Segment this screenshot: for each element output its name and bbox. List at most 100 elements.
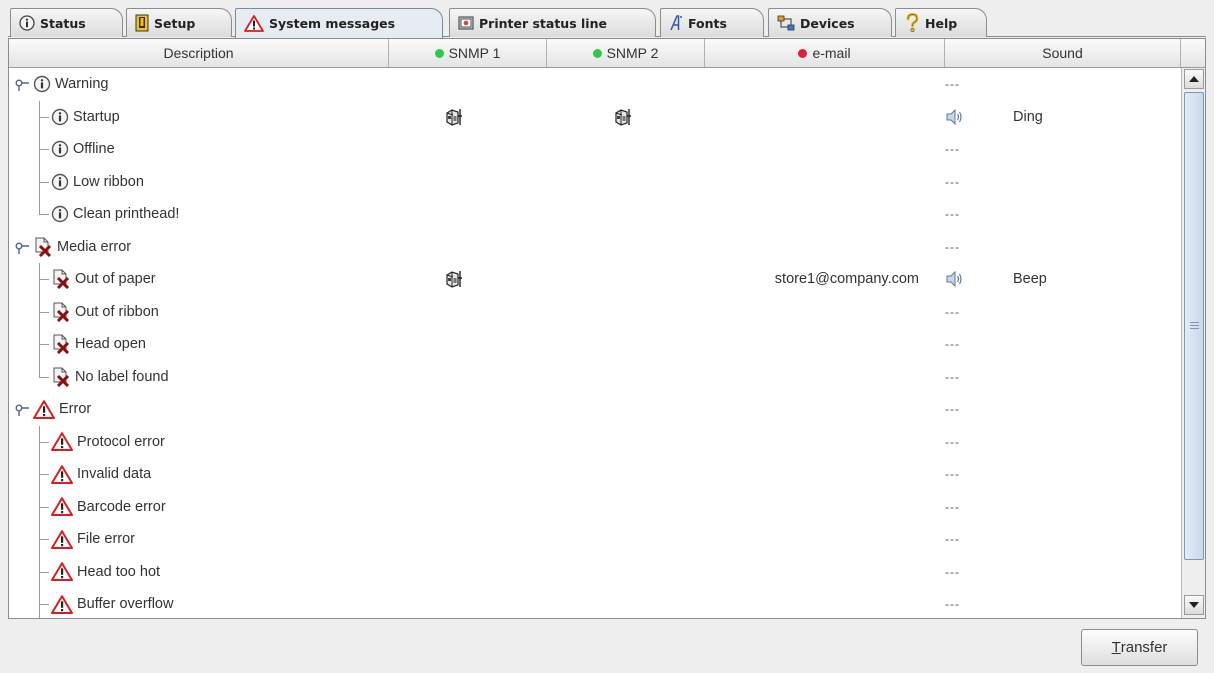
transfer-button[interactable]: Transfer — [1081, 629, 1198, 666]
column-header-snmp1[interactable]: SNMP 1 — [389, 39, 547, 67]
sound-none[interactable]: --- — [945, 198, 960, 230]
speaker-icon[interactable] — [946, 270, 964, 290]
tab-printer-status-line-label: Printer status line — [479, 15, 607, 31]
tree-expander-icon[interactable] — [15, 79, 29, 91]
table-row[interactable]: Head open --- — [9, 328, 1181, 361]
tree-expander-icon[interactable] — [15, 242, 29, 254]
table-row[interactable]: Buffer overflow --- — [9, 588, 1181, 618]
info-icon — [33, 75, 51, 93]
row-description: Offline — [51, 133, 115, 165]
media-error-icon — [51, 302, 71, 322]
snmp2-trap-icon[interactable] — [614, 108, 632, 129]
display-icon — [458, 16, 474, 30]
warning-icon — [51, 497, 73, 516]
media-error-icon — [51, 367, 71, 387]
row-description: File error — [51, 523, 135, 555]
warning-icon — [33, 399, 55, 419]
table-row[interactable]: Out of paper store1@company.com Beep — [9, 263, 1181, 296]
sound-none[interactable]: --- — [945, 426, 960, 458]
speaker-icon[interactable] — [946, 108, 964, 128]
table-row[interactable]: Startup Ding — [9, 100, 1181, 134]
column-header-description-label: Description — [163, 45, 234, 61]
warning-icon — [51, 562, 73, 581]
sound-none[interactable]: --- — [945, 458, 960, 490]
row-description: Startup — [51, 101, 120, 133]
sound-none[interactable]: --- — [945, 166, 960, 198]
table-header: Description SNMP 1 SNMP 2 e-mail Sound — [9, 39, 1205, 68]
column-header-sound[interactable]: Sound — [945, 39, 1181, 67]
column-header-snmp1-label: SNMP 1 — [448, 45, 501, 61]
table-row[interactable]: Out of ribbon --- — [9, 295, 1181, 329]
table-row[interactable]: File error --- — [9, 523, 1181, 556]
sound-none[interactable]: --- — [945, 296, 960, 328]
table-row[interactable]: No label found --- — [9, 360, 1181, 394]
media-error-icon — [51, 334, 71, 354]
sound-none[interactable]: --- — [945, 133, 960, 165]
info-icon — [51, 140, 69, 158]
tree-group-row[interactable]: Media error --- — [9, 231, 1181, 264]
tree-line — [39, 441, 49, 443]
tree-group-row[interactable]: Warning --- — [9, 68, 1181, 101]
table-row[interactable]: Offline --- — [9, 133, 1181, 166]
tab-system-messages[interactable]: System messages — [235, 8, 443, 38]
tab-printer-status-line[interactable]: Printer status line — [449, 8, 656, 37]
sound-none[interactable]: --- — [945, 361, 960, 393]
tree-line — [39, 588, 40, 618]
scroll-up-button[interactable] — [1184, 69, 1204, 89]
snmp1-trap-icon[interactable] — [445, 108, 463, 129]
tab-fonts-label: Fonts — [688, 15, 727, 31]
sound-none[interactable]: --- — [945, 68, 960, 100]
scrollbar-thumb[interactable] — [1184, 92, 1204, 560]
row-label: No label found — [75, 368, 169, 385]
tree-group-row[interactable]: Error --- — [9, 393, 1181, 426]
row-label: Media error — [57, 238, 132, 255]
sound-none[interactable]: --- — [945, 588, 960, 618]
row-label: Invalid data — [77, 466, 152, 482]
scroll-down-button[interactable] — [1184, 595, 1204, 615]
column-header-description[interactable]: Description — [9, 39, 389, 67]
row-label: File error — [77, 531, 136, 547]
sound-none[interactable]: --- — [945, 491, 960, 523]
sound-name[interactable]: Ding — [1013, 101, 1043, 133]
row-description: Barcode error — [51, 491, 166, 523]
tab-devices[interactable]: Devices — [768, 8, 892, 37]
tree-expander-icon[interactable] — [15, 404, 29, 416]
row-label: Protocol error — [77, 433, 165, 450]
sound-none[interactable]: --- — [945, 556, 960, 588]
tab-setup[interactable]: Setup — [126, 8, 232, 37]
table-row[interactable]: Protocol error --- — [9, 425, 1181, 459]
tab-status[interactable]: Status — [10, 8, 123, 37]
vertical-scrollbar[interactable] — [1181, 68, 1205, 618]
email-recipient[interactable]: store1@company.com — [707, 263, 919, 295]
tab-fonts[interactable]: Fonts — [660, 8, 764, 37]
table-row[interactable]: Head too hot --- — [9, 555, 1181, 589]
info-icon — [51, 173, 69, 191]
sound-none[interactable]: --- — [945, 328, 960, 360]
column-header-email[interactable]: e-mail — [705, 39, 945, 67]
tree-line — [39, 506, 49, 508]
row-description: Error — [33, 393, 91, 425]
sound-name[interactable]: Beep — [1013, 263, 1047, 295]
table-row[interactable]: Invalid data --- — [9, 458, 1181, 491]
sound-none[interactable]: --- — [945, 231, 960, 263]
table-row[interactable]: Barcode error --- — [9, 490, 1181, 524]
row-description: Head open — [51, 328, 146, 360]
row-description: Clean printhead! — [51, 198, 179, 230]
tree-line — [39, 344, 49, 345]
sound-none[interactable]: --- — [945, 393, 960, 425]
row-description: No label found — [51, 361, 169, 393]
row-label: Head too hot — [77, 563, 161, 580]
row-label: Out of paper — [75, 271, 156, 287]
column-header-snmp2[interactable]: SNMP 2 — [547, 39, 705, 67]
table-row[interactable]: Low ribbon --- — [9, 165, 1181, 199]
sound-none[interactable]: --- — [945, 523, 960, 555]
table-row[interactable]: Clean printhead! --- — [9, 198, 1181, 231]
column-header-sound-label: Sound — [1042, 45, 1083, 61]
tab-bar: Status Setup System messages Printer sta… — [0, 0, 1214, 38]
row-description: Media error — [33, 231, 131, 263]
info-icon — [51, 205, 69, 223]
tab-help[interactable]: Help — [895, 8, 987, 37]
snmp1-trap-icon[interactable] — [445, 270, 463, 291]
tree-line — [39, 149, 49, 150]
system-messages-table: Description SNMP 1 SNMP 2 e-mail Sound W… — [8, 38, 1206, 619]
